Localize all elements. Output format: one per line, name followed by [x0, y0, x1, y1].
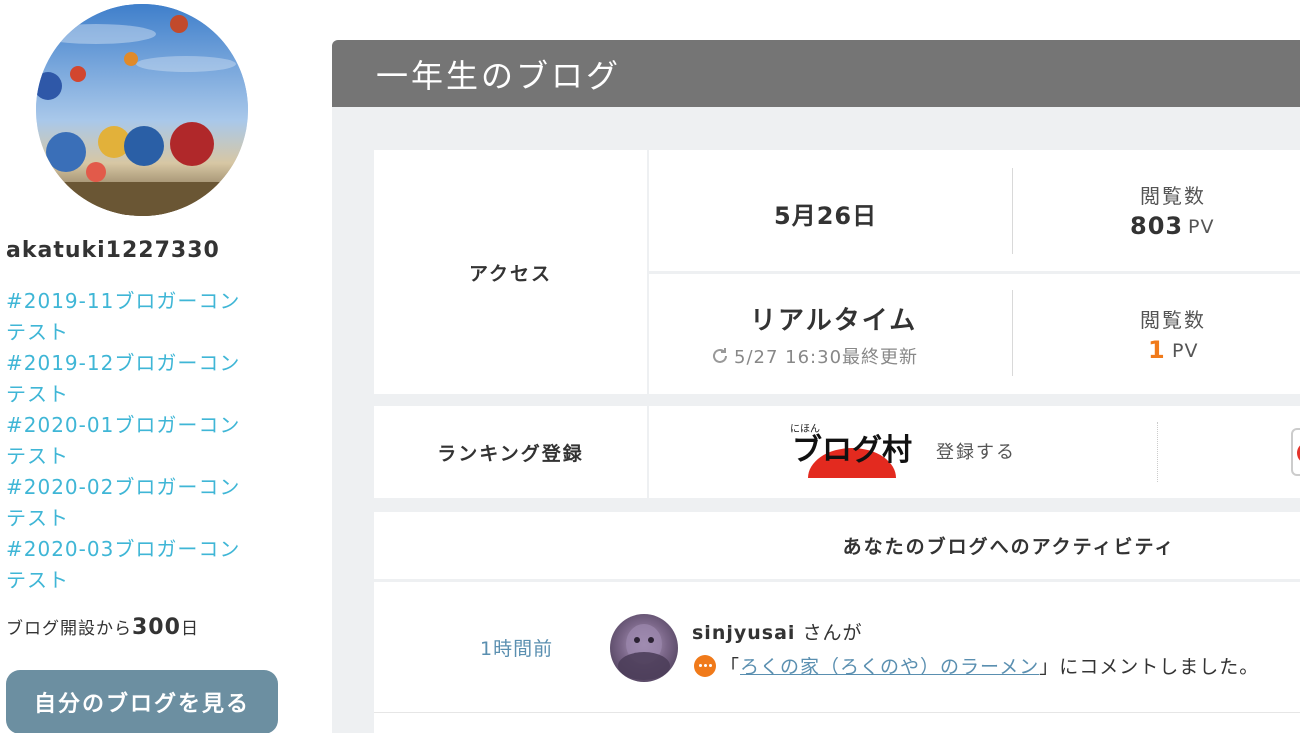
quote-open: 「 [720, 656, 741, 678]
quote-close: 」 [1039, 656, 1060, 678]
blog-dashboard-panel: 一年生のブログ アクセス 5月26日 閲覧数 803 PV リアルタイム 5/2… [332, 40, 1300, 733]
open-days-suffix: 日 [180, 619, 199, 639]
register-link[interactable]: 登録する [936, 438, 1016, 464]
tag-link[interactable]: テスト [6, 379, 256, 410]
tag-link[interactable]: テスト [6, 565, 256, 596]
blog-open-days: ブログ開設から300日 [6, 614, 199, 640]
open-days-value: 300 [132, 615, 181, 640]
comment-icon [694, 654, 716, 677]
daily-pv-value: 803 [1130, 212, 1184, 240]
tag-link[interactable]: テスト [6, 503, 256, 534]
daily-pv-label: 閲覧数 [1140, 184, 1206, 208]
tag-link[interactable]: #2019-12ブロガーコン [6, 348, 256, 379]
divider [374, 712, 1300, 713]
realtime-title: リアルタイム [750, 306, 918, 336]
daily-date: 5月26日 [774, 202, 878, 230]
commenter-name[interactable]: sinjyusai [692, 622, 795, 644]
access-card: アクセス 5月26日 閲覧数 803 PV リアルタイム 5/27 16:30最… [374, 150, 1300, 394]
commenter-avatar-image [618, 624, 670, 680]
commenter-avatar[interactable] [610, 614, 678, 682]
blogmura-logo[interactable]: にほん ブログ村 [786, 416, 918, 478]
ranking-logo-partial[interactable] [1291, 428, 1300, 476]
profile-avatar[interactable] [36, 4, 248, 216]
daily-pv-unit: PV [1188, 216, 1215, 238]
balloon-photo [36, 4, 248, 216]
activity-description: 「 ろくの家（ろくのや）のラーメン 」 にコメントしました。 [694, 652, 1259, 679]
last-updated: 5/27 16:30最終更新 [710, 343, 918, 369]
panel-title: 一年生のブログ [332, 40, 1300, 107]
blogmura-logo-text: ブログ村 [792, 433, 912, 468]
refresh-icon[interactable] [710, 346, 730, 366]
last-updated-text: 5/27 16:30最終更新 [734, 347, 919, 368]
ranking-label: ランキング登録 [374, 406, 649, 498]
post-title-link[interactable]: ろくの家（ろくのや）のラーメン [740, 652, 1039, 679]
username: akatuki1227330 [6, 238, 220, 263]
realtime-pv-label: 閲覧数 [1140, 308, 1206, 332]
tag-link[interactable]: #2020-03ブロガーコン [6, 534, 256, 565]
divider [1157, 422, 1158, 482]
realtime-pv-unit: PV [1172, 340, 1199, 362]
divider [1012, 290, 1013, 376]
activity-title: あなたのブログへのアクティビティ [374, 512, 1300, 582]
view-my-blog-button[interactable]: 自分のブログを見る [6, 670, 278, 733]
profile-sidebar: akatuki1227330 #2019-11ブロガーコン テスト #2019-… [0, 0, 300, 733]
tag-link[interactable]: #2020-01ブロガーコン [6, 410, 256, 441]
ranking-card: ランキング登録 にほん ブログ村 登録する [374, 406, 1300, 498]
realtime-pv-value: 1 [1148, 336, 1166, 364]
tag-link[interactable]: #2019-11ブロガーコン [6, 286, 256, 317]
divider [1012, 168, 1013, 254]
tag-link[interactable]: テスト [6, 317, 256, 348]
activity-time: 1時間前 [480, 638, 554, 660]
activity-user: sinjyusai さんが [692, 618, 862, 645]
divider [649, 271, 1300, 274]
tag-list: #2019-11ブロガーコン テスト #2019-12ブロガーコン テスト #2… [6, 286, 256, 596]
tag-link[interactable]: テスト [6, 441, 256, 472]
access-label: アクセス [374, 150, 649, 394]
commenter-suffix: さんが [802, 622, 863, 644]
activity-action: にコメントしました。 [1059, 656, 1260, 678]
tag-link[interactable]: #2020-02ブロガーコン [6, 472, 256, 503]
activity-card: あなたのブログへのアクティビティ 1時間前 sinjyusai さんが 「 ろく… [374, 512, 1300, 733]
open-days-prefix: ブログ開設から [6, 619, 132, 639]
